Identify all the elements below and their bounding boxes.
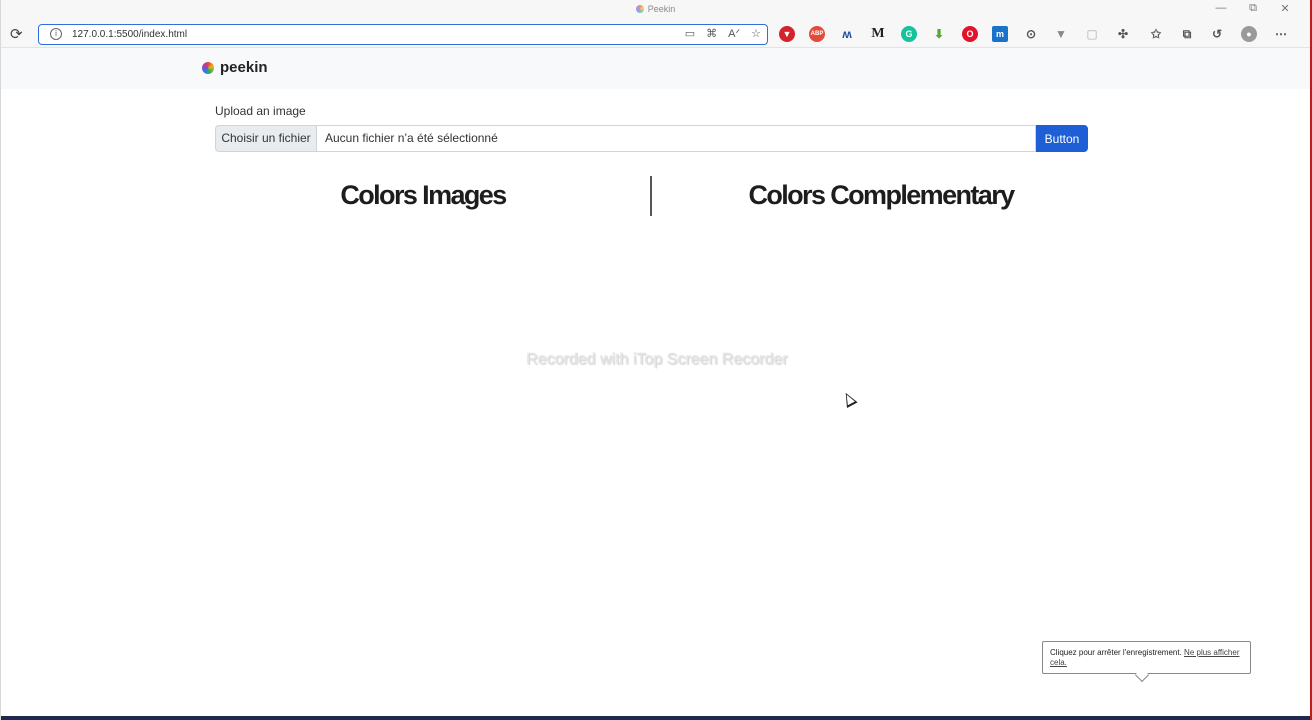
read-aloud-icon[interactable]: Aᐟ [728,27,740,40]
app-available-icon[interactable]: ⌘ [706,27,717,40]
colors-complementary-heading: Colors Complementary [748,180,1015,210]
opera-icon[interactable]: O [962,26,978,42]
immersive-reader-icon[interactable]: ▭ [685,27,695,40]
title-bar: Peekin — ⧉ ✕ [1,0,1310,20]
recorder-tooltip[interactable]: Cliquez pour arrêter l'enregistrement. N… [1042,641,1251,683]
adblock-icon[interactable]: ABP [809,26,825,42]
extensions-puzzle-icon[interactable]: ✣ [1115,26,1131,42]
taskbar-edge [1,716,1310,720]
speed-dial-icon[interactable]: ⊙ [1023,26,1039,42]
choose-file-button[interactable]: Choisir un fichier [215,125,316,152]
close-window-button[interactable]: ✕ [1270,2,1300,15]
address-bar[interactable]: i 127.0.0.1:5500/index.html ▭ ⌘ Aᐟ ☆ [38,24,768,45]
vertical-divider [650,176,652,216]
restore-button[interactable]: ⧉ [1238,2,1268,15]
minimize-button[interactable]: — [1206,2,1236,14]
peekin-logo-icon [202,61,214,74]
downloader-icon[interactable]: ⬇ [931,26,947,42]
brand[interactable]: peekin [202,59,268,76]
mendeley-icon[interactable]: m [992,26,1008,42]
browser-window: Peekin — ⧉ ✕ ⟳ i 127.0.0.1:5500/index.ht… [0,0,1312,720]
reload-icon[interactable]: ⟳ [10,25,23,43]
mouse-cursor-icon [840,390,858,408]
vuejs-icon[interactable]: ▼ [1053,26,1069,42]
recorder-watermark: Recorded with iTop Screen Recorder [526,351,788,368]
malwarebytes-icon[interactable]: ʍ [839,26,855,42]
brand-name[interactable]: peekin [220,59,268,76]
collections-icon[interactable]: ⧉ [1179,26,1195,42]
bitwarden-icon[interactable]: ▼ [779,26,795,42]
window-title: Peekin [1,4,1310,14]
upload-label: Upload an image [215,104,306,118]
favicon-icon [635,5,644,13]
grammarly-icon[interactable]: G [901,26,917,42]
file-status-text[interactable]: Aucun fichier n’a été sélectionné [316,125,1036,152]
browser-toolbar: ⟳ i 127.0.0.1:5500/index.html ▭ ⌘ Aᐟ ☆ ▼… [1,20,1310,48]
medium-icon[interactable]: M [870,26,886,42]
address-url[interactable]: 127.0.0.1:5500/index.html [72,29,187,40]
favorites-icon[interactable]: ✩ [1148,26,1164,42]
profile-icon[interactable]: ● [1241,26,1257,42]
file-input-group: Choisir un fichier Aucun fichier n’a été… [215,125,1088,152]
recorder-tooltip-text: Cliquez pour arrêter l'enregistrement. [1050,648,1182,657]
more-menu-icon[interactable]: ⋯ [1273,26,1289,42]
colors-images-heading: Colors Images [340,180,507,210]
blank-extension-icon[interactable]: ▢ [1084,26,1100,42]
site-info-icon[interactable]: i [50,28,62,40]
tooltip-pointer [1134,667,1150,683]
site-navbar: peekin [1,48,1310,89]
history-icon[interactable]: ↺ [1209,26,1225,42]
address-bar-actions: ▭ ⌘ Aᐟ ☆ [685,27,761,40]
submit-button[interactable]: Button [1036,125,1088,152]
add-favorite-icon[interactable]: ☆ [751,27,761,40]
